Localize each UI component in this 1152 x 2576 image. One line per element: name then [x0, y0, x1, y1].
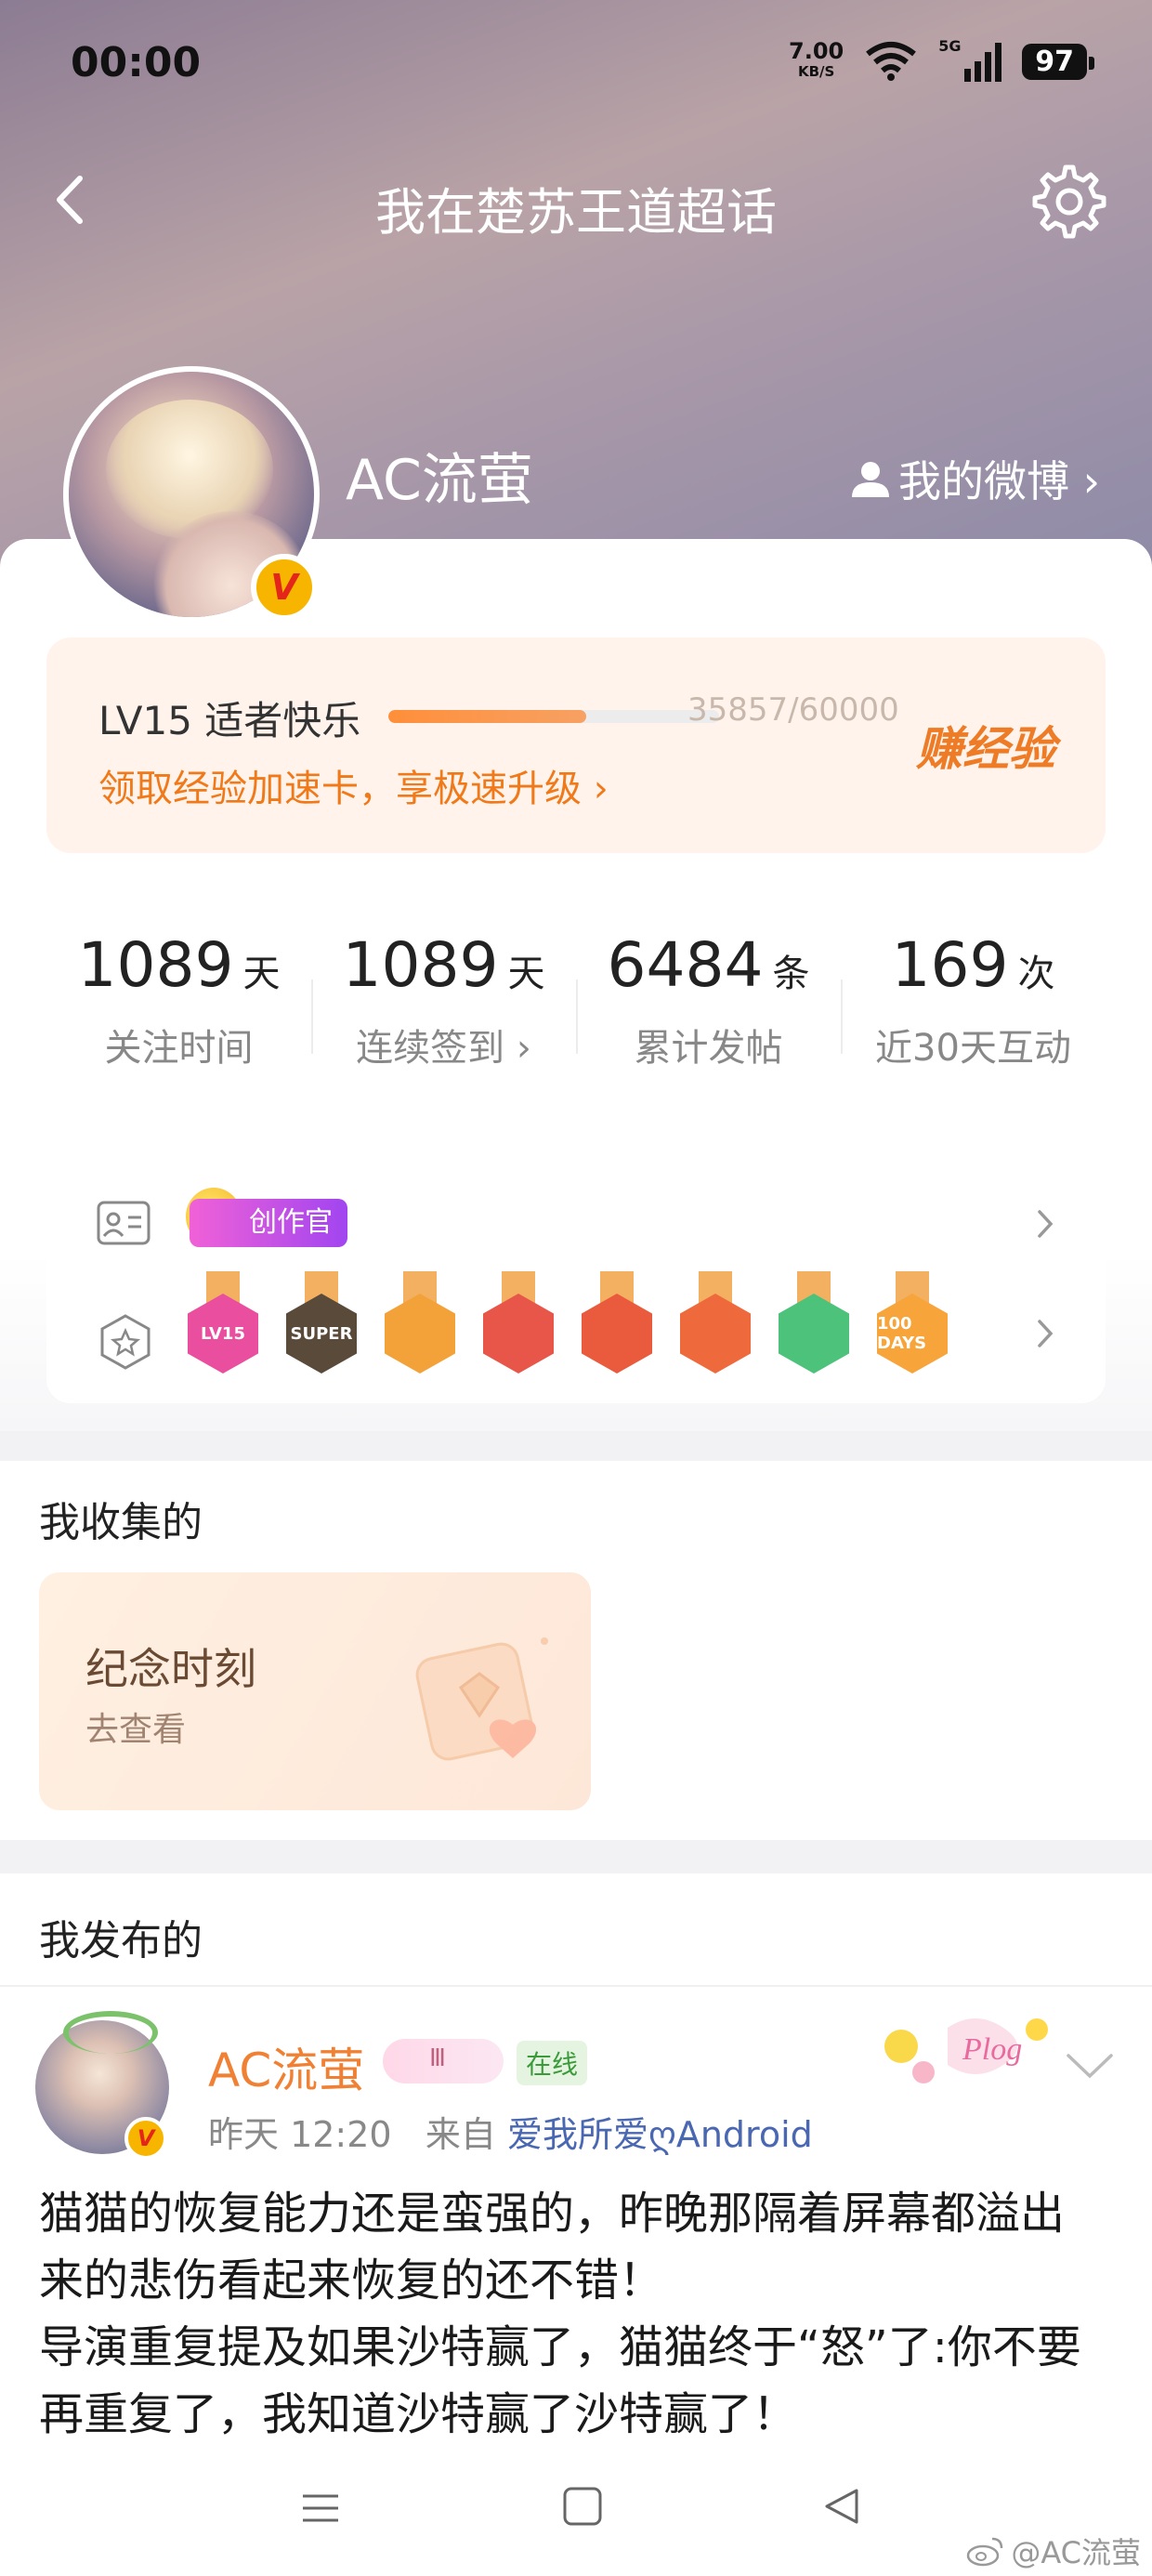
- stat-value: 169: [891, 929, 1009, 1001]
- online-status-badge: 在线: [517, 2041, 588, 2085]
- verified-v-icon: V: [251, 554, 318, 621]
- medal-list[interactable]: LV15 SUPER 100 DAYS: [188, 1271, 948, 1379]
- verified-v-icon: V: [124, 2117, 167, 2160]
- wifi-icon: [866, 42, 917, 81]
- signal-icon: 5G: [938, 37, 1002, 82]
- post-from-label: 来自: [425, 2114, 496, 2155]
- weibo-logo-icon: [967, 2537, 1003, 2567]
- super-medal: SUPER: [286, 1271, 357, 1379]
- 100-days-medal: 100 DAYS: [877, 1271, 948, 1379]
- profile-card: LV15 适者快乐 35857/60000 领取经验加速卡，享极速升级 › 赚经…: [0, 539, 1152, 1431]
- status-icons: 7.00 KB/S 5G 97: [789, 37, 1094, 82]
- post-paragraph: 猫猫的恢复能力还是蛮强的，昨晚那隔着屏幕都溢出来的悲伤看起来恢复的还不错！: [39, 2188, 1066, 2307]
- level-progress-fill: [388, 710, 586, 723]
- hand-medal: [779, 1271, 849, 1379]
- stat-unit: 天: [507, 953, 545, 995]
- svg-text:Plog: Plog: [962, 2032, 1022, 2067]
- stat-unit: 天: [242, 953, 281, 995]
- top-nav-bar: 我在楚苏王道超话: [0, 149, 1152, 251]
- stat-label: 连续签到 ›: [356, 1027, 531, 1070]
- stat-value: 1089: [342, 929, 499, 1001]
- collected-section: 我收集的 纪念时刻 去查看: [0, 1461, 1152, 1840]
- stat-unit: 条: [772, 953, 810, 995]
- watermark-text: @AC流萤: [1011, 2535, 1141, 2570]
- post-paragraph: 导演重复提及如果沙特赢了，猫猫终于“怒”了:你不要再重复了，我知道沙特赢了沙特赢…: [39, 2321, 1081, 2440]
- stat-label: 关注时间: [104, 1027, 254, 1070]
- stat-label: 近30天互动: [875, 1027, 1071, 1070]
- post-meta: 昨天 12:20 来自 爱我所爱ღAndroid: [208, 2106, 813, 2157]
- stat-follow-time: 1089 天 关注时间: [46, 892, 311, 1097]
- stats-row: 1089 天 关注时间 1089 天 连续签到 › 6484 条 累计发帖 169 次 …: [46, 892, 1106, 1097]
- calendar-heart-icon: [415, 1637, 548, 1761]
- chevron-right-icon[interactable]: [1029, 1318, 1061, 1349]
- my-weibo-link[interactable]: 我的微博 ›: [850, 448, 1100, 509]
- memorial-subtitle: 去查看: [85, 1711, 187, 1749]
- watermark: @AC流萤: [966, 2530, 1141, 2572]
- status-bar: 00:00 7.00 KB/S 5G 97: [0, 0, 1152, 130]
- mascot-medal-3: [680, 1271, 751, 1379]
- stat-label: 累计发帖: [634, 1027, 783, 1070]
- chevron-right-icon[interactable]: [1029, 1208, 1061, 1240]
- menu-icon[interactable]: [299, 2487, 342, 2530]
- chevron-down-icon[interactable]: [1065, 2050, 1115, 2082]
- stat-unit: 次: [1017, 953, 1055, 995]
- my-weibo-label: 我的微博 ›: [897, 456, 1100, 506]
- stat-interactions: 169 次 近30天互动: [841, 892, 1106, 1097]
- battery-indicator: 97: [1022, 43, 1094, 80]
- level-card[interactable]: LV15 适者快乐 35857/60000 领取经验加速卡，享极速升级 › 赚经…: [46, 637, 1106, 853]
- memorial-moment-card[interactable]: 纪念时刻 去查看: [39, 1572, 591, 1810]
- earn-exp-button[interactable]: 赚经验: [916, 712, 1055, 779]
- post-author-name[interactable]: AC流萤: [208, 2033, 364, 2100]
- home-square-icon[interactable]: [561, 2485, 604, 2528]
- post-content[interactable]: 猫猫的恢复能力还是蛮强的，昨晚那隔着屏幕都溢出来的悲伤看起来恢复的还不错！ 导演…: [39, 2180, 1107, 2446]
- posts-title: 我发布的: [39, 1917, 203, 1965]
- medal-icon: [100, 1314, 151, 1370]
- level-progress-bar: [388, 710, 719, 723]
- person-icon: [851, 462, 889, 497]
- crown-medal: [385, 1271, 455, 1379]
- memorial-title: 纪念时刻: [85, 1644, 256, 1694]
- post-source-link[interactable]: 爱我所爱ღAndroid: [507, 2114, 813, 2155]
- collected-title: 我收集的: [39, 1499, 203, 1546]
- status-time: 00:00: [71, 39, 202, 86]
- net-speed: 7.00 KB/S: [789, 38, 844, 80]
- mascot-medal-1: [483, 1271, 554, 1379]
- back-triangle-icon[interactable]: [819, 2485, 862, 2528]
- profile-username: AC流萤: [346, 448, 533, 513]
- stat-value: 6484: [607, 929, 764, 1001]
- gear-icon[interactable]: [1024, 160, 1107, 243]
- divider: [0, 1985, 1152, 1987]
- exp-boost-link[interactable]: 领取经验加速卡，享极速升级 ›: [98, 758, 609, 812]
- post-time: 昨天 12:20: [208, 2114, 392, 2155]
- stat-checkin[interactable]: 1089 天 连续签到 ›: [311, 892, 576, 1097]
- page-title: 我在楚苏王道超话: [375, 183, 777, 242]
- stat-posts: 6484 条 累计发帖: [576, 892, 841, 1097]
- id-card-icon: [97, 1201, 151, 1245]
- stat-value: 1089: [77, 929, 234, 1001]
- network-type: 5G: [938, 37, 962, 55]
- mascot-medal-2: [582, 1271, 652, 1379]
- level-label: LV15 适者快乐: [98, 698, 361, 743]
- lv15-medal: LV15: [188, 1271, 258, 1379]
- creator-tag[interactable]: 创作官: [190, 1199, 347, 1247]
- plog-sticker-icon: Plog: [884, 2018, 1048, 2083]
- level-exp-text: 35857/60000: [687, 691, 899, 729]
- badge-card: 创作官 LV15 SUPER 100 DAYS: [46, 1134, 1106, 1403]
- vip-badge: Ⅲ: [383, 2039, 504, 2083]
